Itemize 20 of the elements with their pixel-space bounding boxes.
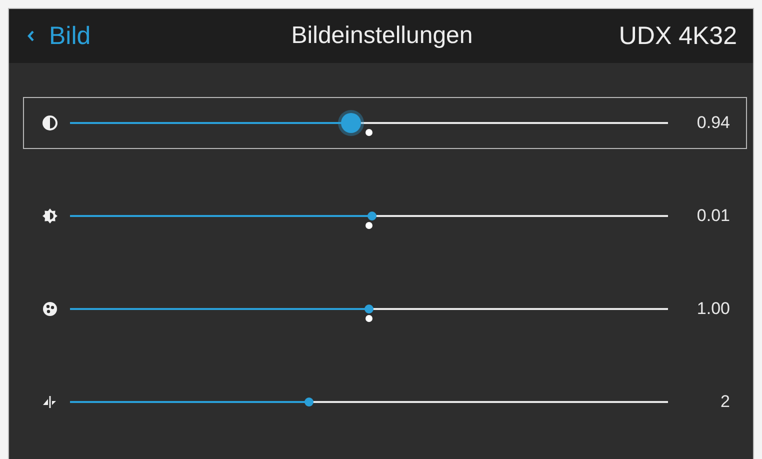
- slider-thumb[interactable]: [341, 113, 362, 133]
- slider-thumb[interactable]: [304, 398, 314, 406]
- sharpness-icon: [42, 394, 58, 410]
- brightness-icon: [42, 208, 58, 224]
- slider-row[interactable]: 0.94: [23, 97, 747, 149]
- slider-row[interactable]: 0.01: [23, 190, 747, 242]
- slider-value: 2: [720, 392, 730, 412]
- back-link[interactable]: Bild: [27, 22, 91, 50]
- chevron-left-icon: [27, 30, 35, 42]
- color-wheel-icon: [42, 301, 58, 317]
- slider-row[interactable]: 1.00: [23, 283, 747, 335]
- slider-value: 1.00: [696, 299, 730, 319]
- slider-row[interactable]: 2: [23, 376, 747, 428]
- slider-value: 0.01: [696, 206, 730, 226]
- contrast-icon: [42, 115, 58, 131]
- slider-value: 0.94: [696, 113, 730, 133]
- page-title: Bildeinstellungen: [291, 22, 473, 50]
- device-name: UDX 4K32: [618, 22, 737, 50]
- slider-thumb[interactable]: [367, 212, 376, 220]
- slider-thumb[interactable]: [364, 304, 374, 314]
